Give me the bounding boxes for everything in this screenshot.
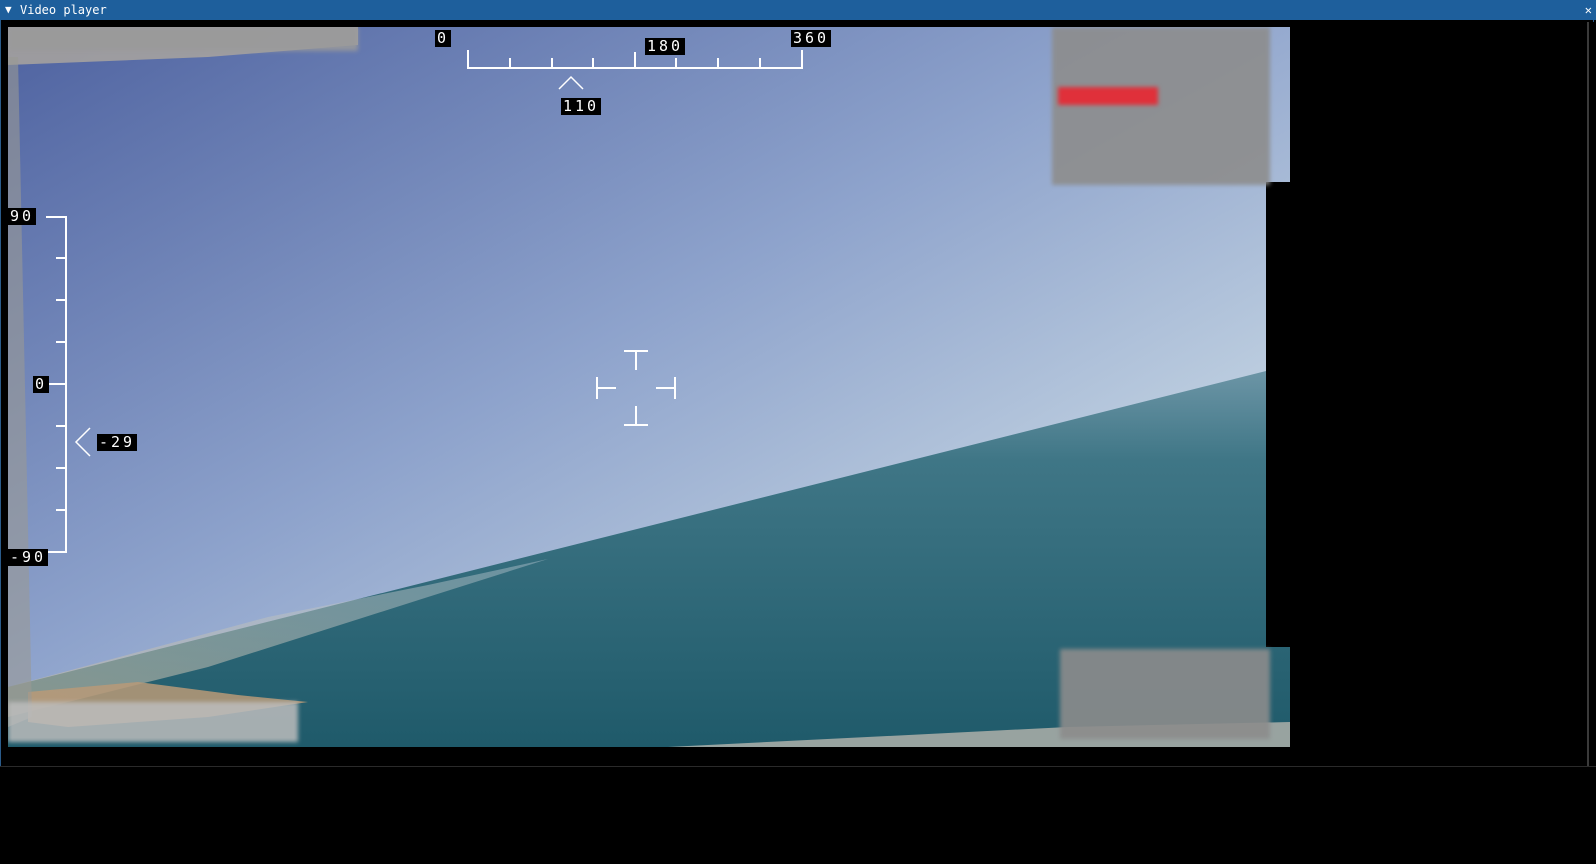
redacted-bottom-left [8,702,298,742]
redacted-bottom-right [1060,649,1270,739]
window-title: Video player [20,3,107,17]
vertical-scrollbar[interactable] [1582,22,1594,766]
bottom-panel [0,767,1596,860]
close-icon[interactable]: ✕ [1585,0,1592,20]
redacted-timestamp [8,27,358,51]
triangle-down-icon[interactable]: ▼ [5,0,12,20]
redacted-info-panel [1052,27,1270,185]
scrollbar-thumb[interactable] [1587,22,1589,766]
redacted-alert [1058,87,1158,105]
video-frame[interactable] [8,27,1290,747]
window-titlebar[interactable]: ▼ Video player ✕ [0,0,1596,20]
